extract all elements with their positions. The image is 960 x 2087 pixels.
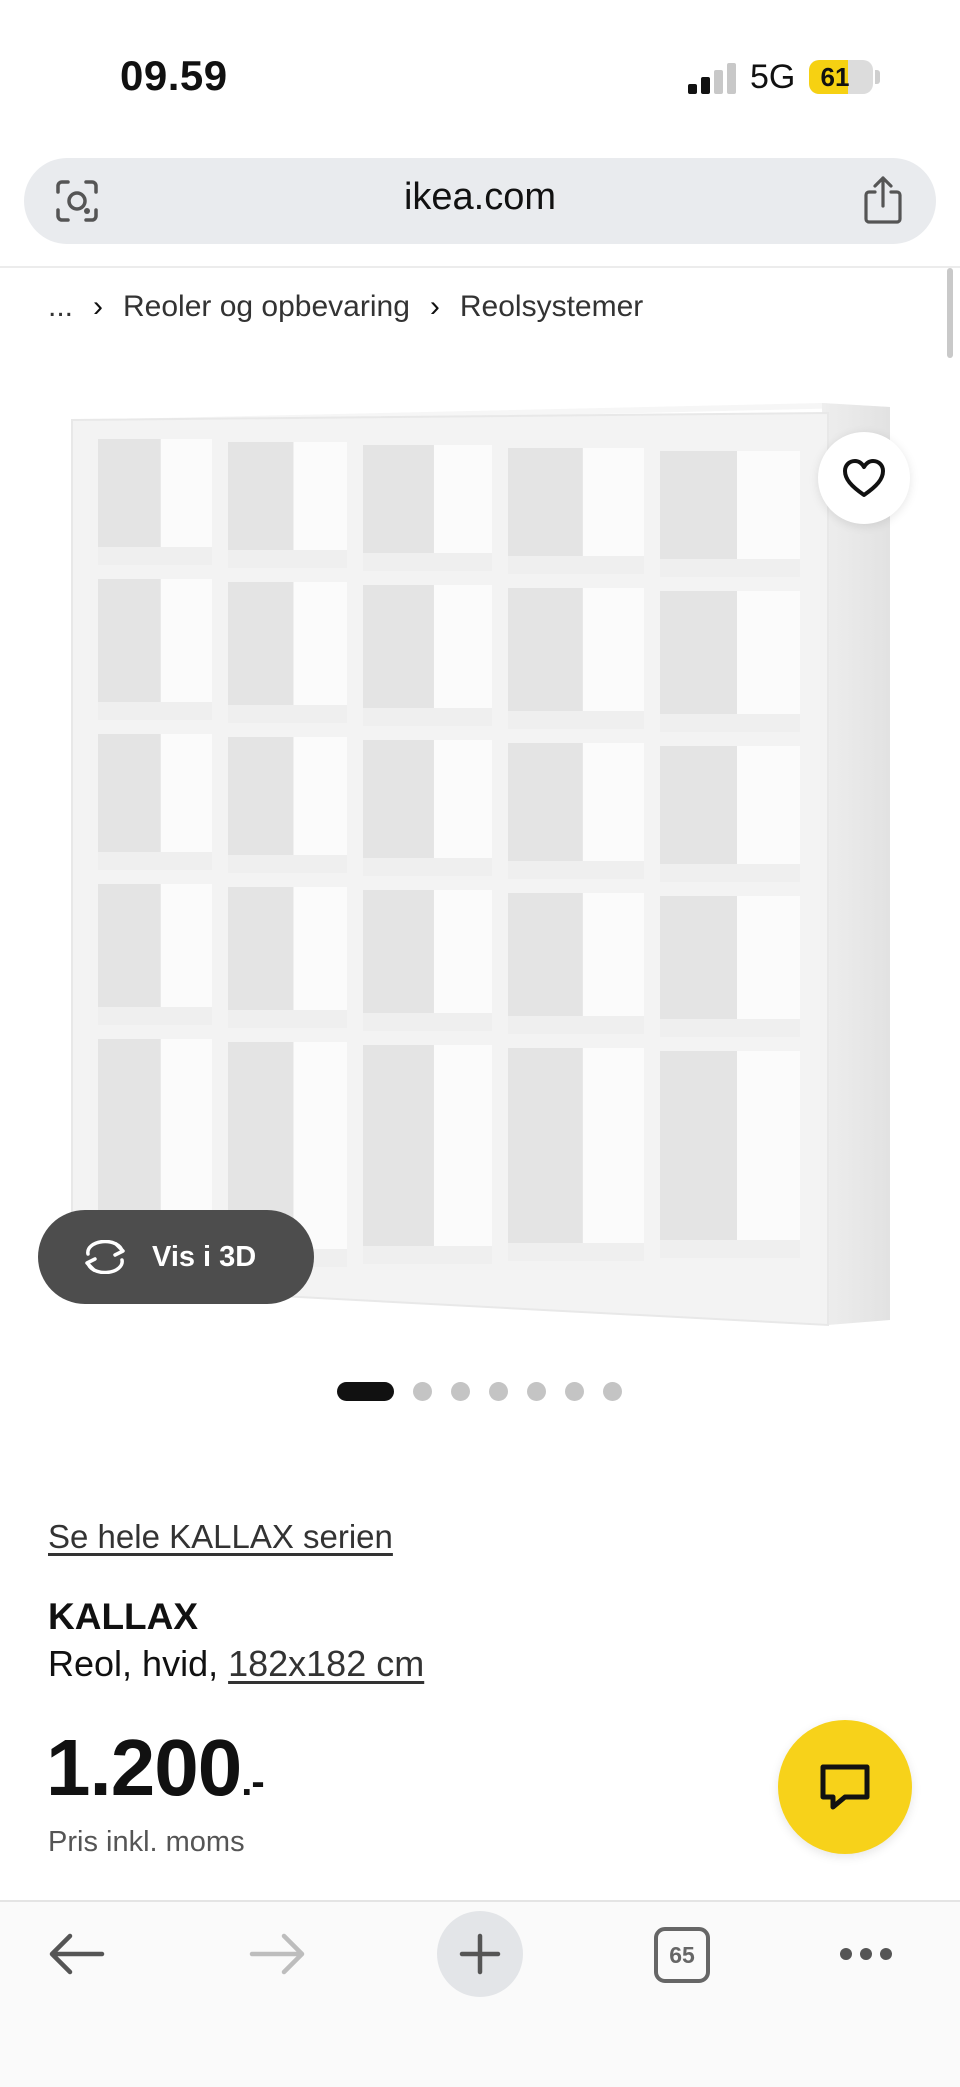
- shelf-cube-opening: [433, 890, 492, 1031]
- status-bar: 09.59 5G 61: [0, 0, 960, 150]
- shelf-board: [660, 864, 800, 882]
- shelf-board: [363, 708, 492, 726]
- carousel-dot[interactable]: [603, 1381, 622, 1401]
- shelf-cube-opening: [737, 591, 800, 732]
- shelf-board: [363, 1013, 492, 1031]
- status-time: 09.59: [120, 52, 228, 99]
- shelf-board: [508, 556, 644, 574]
- carousel-pagination[interactable]: [337, 1381, 641, 1401]
- shelf-cube-opening: [737, 896, 800, 1037]
- shelf-cube-opening: [582, 448, 644, 574]
- url-text[interactable]: ikea.com: [24, 176, 936, 219]
- carousel-dot[interactable]: [527, 1381, 546, 1401]
- breadcrumb-item-reolsystemer[interactable]: Reolsystemer: [460, 290, 643, 324]
- price: 1.200.-: [46, 1722, 265, 1814]
- shelf-cube-opening: [293, 887, 347, 1028]
- signal-strength-icon: [688, 62, 736, 94]
- price-value: 1.200: [46, 1723, 242, 1812]
- breadcrumb-separator: ›: [429, 290, 440, 323]
- shelf-board: [660, 714, 800, 732]
- shelf-board: [508, 711, 644, 729]
- shelf-board: [98, 852, 212, 870]
- product-description: Reol, hvid, 182x182 cm: [48, 1643, 424, 1685]
- shelf-cube-opening: [737, 451, 800, 577]
- battery-icon: 61: [809, 60, 873, 94]
- shelf-cube-opening: [433, 740, 492, 876]
- chat-icon: [820, 1764, 870, 1810]
- shelf-board: [508, 1016, 644, 1034]
- shelf-board: [228, 705, 347, 723]
- divider: [0, 266, 960, 268]
- shelf-cube-opening: [293, 582, 347, 723]
- shelf-cube-opening: [293, 442, 347, 568]
- breadcrumb-item-reoler[interactable]: Reoler og opbevaring: [123, 290, 410, 324]
- shelf-board: [508, 1243, 644, 1261]
- product-name: KALLAX: [48, 1596, 199, 1637]
- shelf-cube-opening: [582, 743, 644, 879]
- more-icon[interactable]: [838, 1946, 894, 1962]
- share-icon[interactable]: [860, 174, 906, 226]
- shelf-cubes: [98, 439, 800, 1270]
- shelf-board: [363, 858, 492, 876]
- shelf-board: [228, 550, 347, 568]
- product-image[interactable]: [60, 395, 900, 1335]
- carousel-dot[interactable]: [413, 1381, 432, 1401]
- forward-arrow-icon[interactable]: [248, 1932, 308, 1976]
- address-bar[interactable]: ikea.com: [24, 158, 936, 244]
- shelf-cube-opening: [293, 737, 347, 873]
- battery-tip: [875, 70, 880, 84]
- price-note: Pris inkl. moms: [48, 1826, 245, 1858]
- view-in-3d-label: Vis i 3D: [152, 1240, 257, 1273]
- breadcrumb: ... › Reoler og opbevaring › Reolsysteme…: [48, 284, 643, 330]
- chat-button[interactable]: [778, 1720, 912, 1854]
- tabs-button[interactable]: 65: [654, 1927, 710, 1983]
- shelf-cube-opening: [160, 579, 212, 720]
- back-arrow-icon[interactable]: [46, 1932, 106, 1976]
- shelf-cube-opening: [433, 1045, 492, 1264]
- shelf-board: [228, 1010, 347, 1028]
- shelf-cube-opening: [737, 1051, 800, 1258]
- shelf-board: [363, 1246, 492, 1264]
- shelf-cube-opening: [582, 588, 644, 729]
- shelf-board: [660, 559, 800, 577]
- battery-percent: 61: [820, 62, 850, 92]
- tabs-count: 65: [669, 1941, 695, 1968]
- new-tab-button[interactable]: [437, 1911, 523, 1997]
- rotate-3d-icon: [85, 1240, 125, 1274]
- shelf-board: [98, 1007, 212, 1025]
- favorite-button[interactable]: [818, 432, 910, 524]
- shelf-cube-opening: [737, 746, 800, 882]
- shelf-board: [228, 855, 347, 873]
- product-description-text: Reol, hvid,: [48, 1643, 229, 1684]
- shelf-board: [660, 1019, 800, 1037]
- carousel-dot[interactable]: [337, 1381, 394, 1401]
- breadcrumb-ellipsis[interactable]: ...: [48, 290, 73, 324]
- size-link[interactable]: 182x182 cm: [228, 1643, 424, 1684]
- carousel-dot[interactable]: [565, 1381, 584, 1401]
- shelf-board: [660, 1240, 800, 1258]
- shelf-board: [363, 553, 492, 571]
- breadcrumb-separator: ›: [93, 290, 104, 323]
- plus-icon: [459, 1933, 501, 1975]
- shelf-board: [98, 547, 212, 565]
- shelf-cube-opening: [160, 734, 212, 870]
- shelf-cube-opening: [433, 585, 492, 726]
- series-link[interactable]: Se hele KALLAX serien: [48, 1518, 393, 1556]
- scrollbar[interactable]: [947, 268, 953, 358]
- shelf-cube-opening: [582, 1048, 644, 1261]
- view-in-3d-button[interactable]: Vis i 3D: [38, 1210, 314, 1304]
- shelf-cube-opening: [160, 884, 212, 1025]
- shelf-cube-opening: [160, 439, 212, 565]
- shelf-cube-opening: [433, 445, 492, 571]
- heart-icon: [843, 459, 885, 497]
- shelf-board: [98, 702, 212, 720]
- carousel-dot[interactable]: [489, 1381, 508, 1401]
- carousel-dot[interactable]: [451, 1381, 470, 1401]
- shelf-cube-opening: [582, 893, 644, 1034]
- shelf-board: [508, 861, 644, 879]
- price-suffix: .-: [241, 1760, 264, 1804]
- network-type: 5G: [750, 58, 796, 96]
